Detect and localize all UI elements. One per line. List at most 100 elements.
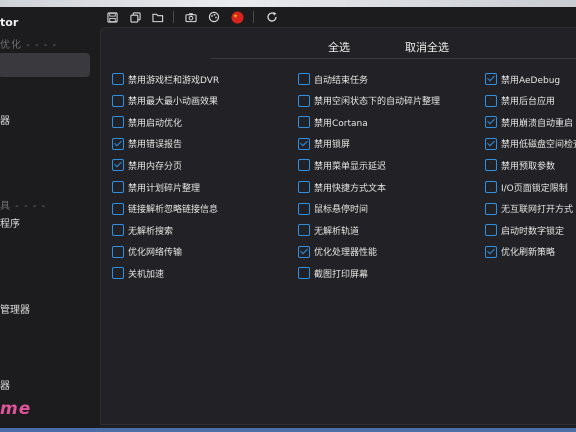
checkbox-unchecked[interactable]: [112, 224, 124, 237]
toolbar-separator: [173, 11, 174, 23]
option-row[interactable]: 禁用启动优化: [112, 115, 182, 129]
checkbox-unchecked[interactable]: [485, 202, 497, 215]
option-row[interactable]: 链接解析忽略链接信息: [112, 202, 218, 216]
checkbox-unchecked[interactable]: [298, 181, 310, 193]
checkbox-unchecked[interactable]: [298, 202, 310, 215]
checkbox-unchecked[interactable]: [298, 94, 310, 107]
option-row[interactable]: 关机加速: [112, 266, 164, 280]
option-row[interactable]: 禁用后台应用: [485, 94, 555, 108]
option-row[interactable]: 禁用计划碎片整理: [112, 180, 200, 194]
option-label: 禁用低磁盘空间检查: [501, 140, 576, 151]
option-row[interactable]: 优化处理器性能: [298, 245, 377, 259]
option-row[interactable]: 无互联网打开方式: [485, 202, 573, 216]
option-row[interactable]: I/O页面锁定限制: [485, 180, 568, 194]
sidebar-item-4[interactable]: 器: [0, 375, 90, 399]
option-label: 禁用崩溃自动重启: [501, 118, 574, 129]
option-label: 启动时数字锁定: [501, 226, 565, 237]
checkbox-unchecked[interactable]: [112, 202, 124, 215]
sidebar-item-active[interactable]: [0, 53, 90, 77]
sidebar-item-1[interactable]: 器: [0, 110, 90, 134]
checkbox-unchecked[interactable]: [485, 224, 497, 237]
option-row[interactable]: 禁用内存分页: [112, 158, 182, 172]
option-label: 无解析搜索: [128, 226, 174, 237]
option-row[interactable]: 禁用最大最小动画效果: [112, 94, 218, 108]
divider: [211, 58, 576, 59]
desktop-background-strip: [0, 0, 576, 7]
checkbox-unchecked[interactable]: [298, 224, 310, 237]
checkbox-unchecked[interactable]: [298, 116, 310, 129]
option-row[interactable]: 禁用错误报告: [112, 137, 182, 151]
option-label: 禁用预取参数: [501, 161, 556, 172]
checkbox-unchecked[interactable]: [298, 159, 310, 172]
option-row[interactable]: 无解析搜索: [112, 223, 173, 237]
option-label: 禁用Cortana: [314, 118, 368, 129]
sidebar-item-3[interactable]: 管理器: [0, 299, 90, 323]
option-row[interactable]: 禁用菜单显示延迟: [298, 158, 386, 172]
deselect-all-button[interactable]: 取消全选: [405, 39, 449, 55]
toolbar: [100, 7, 576, 27]
option-row[interactable]: 截图打印屏幕: [298, 266, 368, 280]
taskbar-edge: [0, 428, 576, 432]
sidebar-item-2[interactable]: 程序: [0, 213, 90, 237]
language-china-flag-icon[interactable]: [229, 9, 245, 25]
option-row[interactable]: 鼠标悬停时间: [298, 202, 368, 216]
checkbox-unchecked[interactable]: [485, 159, 497, 172]
sidebar-section-tools: 具 - - - -: [0, 201, 47, 212]
checkbox-checked[interactable]: [298, 137, 310, 150]
checkbox-unchecked[interactable]: [112, 73, 124, 85]
checkbox-unchecked[interactable]: [298, 73, 310, 85]
option-label: 链接解析忽略链接信息: [128, 205, 219, 216]
option-row[interactable]: 禁用锁屏: [298, 137, 350, 151]
option-row[interactable]: 无解析轨道: [298, 223, 359, 237]
checkbox-unchecked[interactable]: [485, 94, 497, 107]
theme-icon[interactable]: [206, 9, 222, 25]
option-label: 禁用快捷方式文本: [314, 183, 387, 194]
save-icon[interactable]: [104, 9, 120, 25]
checkbox-unchecked[interactable]: [112, 116, 124, 129]
toolbar-separator: [253, 11, 254, 23]
checkbox-checked[interactable]: [298, 245, 310, 258]
option-row[interactable]: 禁用AeDebug: [485, 72, 560, 86]
open-folder-icon[interactable]: [150, 9, 166, 25]
checkbox-checked[interactable]: [485, 73, 497, 85]
checkbox-unchecked[interactable]: [112, 267, 124, 280]
option-row[interactable]: 禁用游戏栏和游戏DVR: [112, 72, 219, 86]
checkbox-unchecked[interactable]: [298, 267, 310, 280]
option-label: 禁用空闲状态下的自动碎片整理: [314, 97, 441, 108]
option-row[interactable]: 启动时数字锁定: [485, 223, 564, 237]
select-all-button[interactable]: 全选: [328, 39, 350, 55]
option-label: 优化刷新策略: [501, 248, 556, 259]
option-row[interactable]: 优化网络传输: [112, 245, 182, 259]
option-row[interactable]: 禁用Cortana: [298, 115, 368, 129]
option-label: 禁用AeDebug: [501, 75, 561, 86]
checkbox-unchecked[interactable]: [112, 181, 124, 193]
option-label: 禁用游戏栏和游戏DVR: [128, 75, 220, 86]
refresh-icon[interactable]: [264, 9, 280, 25]
option-row[interactable]: 禁用崩溃自动重启: [485, 115, 573, 129]
sidebar-section-optimize: 优化 - - - -: [0, 40, 58, 51]
option-row[interactable]: 禁用空闲状态下的自动碎片整理: [298, 94, 440, 108]
option-label: 禁用后台应用: [501, 97, 556, 108]
app-title: tor: [0, 16, 19, 29]
option-row[interactable]: 自动结束任务: [298, 72, 368, 86]
checkbox-checked[interactable]: [112, 159, 124, 172]
checkbox-checked[interactable]: [485, 137, 497, 150]
checkbox-unchecked[interactable]: [112, 245, 124, 258]
option-label: 自动结束任务: [314, 75, 369, 86]
option-label: 禁用菜单显示延迟: [314, 161, 387, 172]
checkbox-unchecked[interactable]: [485, 181, 497, 193]
option-row[interactable]: 禁用低磁盘空间检查: [485, 137, 576, 151]
option-row[interactable]: 禁用快捷方式文本: [298, 180, 386, 194]
sidebar: tor 优化 - - - - 器 具 - - - - 程序 管理器 器 me: [0, 7, 100, 428]
checkbox-checked[interactable]: [485, 116, 497, 129]
app-logo: me: [0, 399, 32, 419]
copy-icon[interactable]: [127, 9, 143, 25]
checkbox-checked[interactable]: [112, 137, 124, 150]
camera-icon[interactable]: [183, 9, 199, 25]
option-label: 禁用错误报告: [128, 140, 183, 151]
option-label: I/O页面锁定限制: [501, 183, 568, 194]
checkbox-checked[interactable]: [485, 245, 497, 258]
option-row[interactable]: 优化刷新策略: [485, 245, 555, 259]
option-row[interactable]: 禁用预取参数: [485, 158, 555, 172]
checkbox-unchecked[interactable]: [112, 94, 124, 107]
